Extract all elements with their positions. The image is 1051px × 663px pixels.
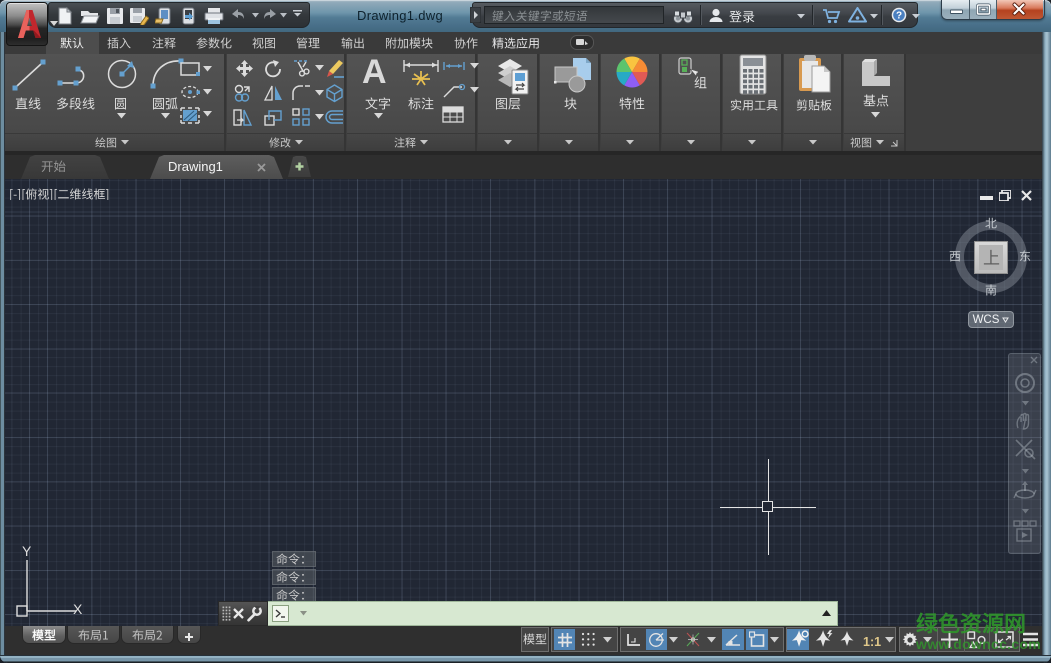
svg-text:Y: Y (22, 543, 32, 559)
svg-text:?: ? (896, 11, 902, 22)
svg-text:X: X (73, 601, 83, 617)
